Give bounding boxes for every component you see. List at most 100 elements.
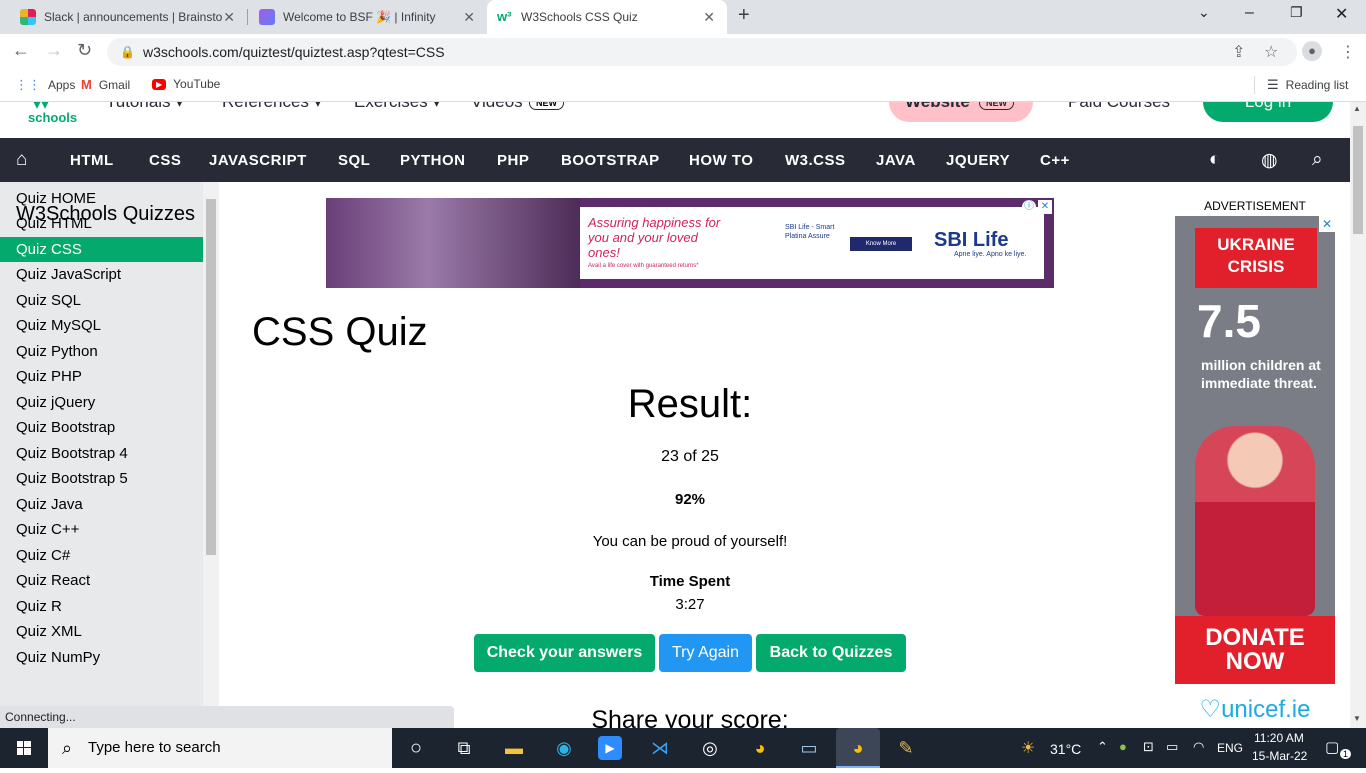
new-tab-icon[interactable]: +	[738, 4, 750, 27]
sidebar-item-quiz-php[interactable]: Quiz PHP	[0, 364, 203, 389]
profile-avatar-icon[interactable]: ●	[1302, 41, 1322, 61]
cortana-icon[interactable]: ○	[402, 734, 430, 762]
edge-icon[interactable]: ◉	[550, 734, 578, 762]
back-to-quizzes-button[interactable]: Back to Quizzes	[756, 634, 906, 672]
sidebar-item-quiz-mysql[interactable]: Quiz MySQL	[0, 313, 203, 338]
try-again-button[interactable]: Try Again	[659, 634, 752, 672]
bookmark-apps[interactable]: ⋮⋮ Apps	[15, 77, 75, 93]
sidebar-item-quiz-numpy[interactable]: Quiz NumPy	[0, 645, 203, 670]
close-tab-icon[interactable]: ✕	[463, 9, 475, 26]
sidebar-item-quiz-javascript[interactable]: Quiz JavaScript	[0, 262, 203, 287]
nav-bootstrap[interactable]: BOOTSTRAP	[561, 152, 660, 169]
tab-w3schools[interactable]: w³ W3Schools CSS Quiz ✕	[487, 0, 727, 34]
paint-icon[interactable]: ✎	[892, 734, 920, 762]
sidebar-scroll-thumb[interactable]	[206, 199, 216, 555]
side-ad-close-icon[interactable]: ✕	[1319, 216, 1335, 232]
minimize-icon[interactable]: –	[1245, 4, 1254, 22]
close-tab-icon[interactable]: ✕	[703, 9, 715, 26]
nav-python[interactable]: PYTHON	[400, 152, 466, 169]
sidebar-item-quiz-java[interactable]: Quiz Java	[0, 492, 203, 517]
globe-icon[interactable]: ◍	[1261, 149, 1278, 172]
address-bar[interactable]: 🔒 w3schools.com/quiztest/quiztest.asp?qt…	[107, 38, 1297, 66]
tab-infinity[interactable]: Welcome to BSF 🎉 | Infinity ✕	[247, 0, 487, 34]
chrome-active-icon[interactable]: ◕	[836, 728, 880, 768]
forward-icon[interactable]: →	[45, 40, 63, 61]
file-explorer-icon[interactable]: ▬	[500, 734, 528, 762]
ad-info-icon[interactable]: ⓘ	[1022, 200, 1036, 214]
sidebar-item-quiz-bootstrap[interactable]: Quiz Bootstrap	[0, 415, 203, 440]
restore-icon[interactable]: ❐	[1290, 4, 1303, 21]
back-icon[interactable]: ←	[12, 40, 30, 61]
sidebar-item-quiz-r[interactable]: Quiz R	[0, 594, 203, 619]
reload-icon[interactable]: ↻	[77, 40, 92, 61]
page-scroll-thumb[interactable]	[1353, 126, 1363, 234]
sbi-life-ad-banner[interactable]: Assuring happiness for you and your love…	[326, 198, 1054, 288]
scroll-down-icon[interactable]: ▼	[1353, 714, 1361, 723]
sidebar-item-quiz-sql[interactable]: Quiz SQL	[0, 288, 203, 313]
battery-icon[interactable]: ▭	[1166, 739, 1178, 755]
remote-desktop-icon[interactable]: ▭	[795, 734, 823, 762]
nav-videos[interactable]: Videos	[471, 102, 523, 112]
tray-device-icon[interactable]: ⊡	[1143, 739, 1154, 755]
nav-w3css[interactable]: W3.CSS	[785, 152, 846, 169]
reading-list[interactable]: ☰ Reading list	[1267, 77, 1348, 93]
nav-css[interactable]: CSS	[149, 152, 181, 169]
nav-exercises[interactable]: Exercises ▾	[354, 102, 441, 112]
taskbar-search[interactable]: ⌕ Type here to search	[48, 728, 392, 768]
chrome-icon[interactable]: ◕	[746, 734, 774, 762]
share-icon[interactable]: ⇪	[1232, 42, 1245, 62]
search-icon[interactable]: ⌕	[1312, 149, 1323, 171]
scroll-up-icon[interactable]: ▲	[1353, 104, 1361, 113]
sidebar-item-quiz-bootstrap-4[interactable]: Quiz Bootstrap 4	[0, 441, 203, 466]
vscode-icon[interactable]: ⋊	[646, 734, 674, 762]
task-view-icon[interactable]: ⧉	[450, 734, 478, 762]
sidebar-item-quiz-xml[interactable]: Quiz XML	[0, 619, 203, 644]
weather-temp[interactable]: 31°C	[1050, 741, 1081, 757]
close-tab-icon[interactable]: ✕	[223, 9, 235, 26]
language-indicator[interactable]: ENG	[1217, 741, 1243, 755]
tray-app-icon[interactable]: ●	[1119, 739, 1127, 754]
donate-now-button[interactable]: DONATE NOW	[1175, 616, 1335, 684]
weather-icon[interactable]: ☀	[1021, 738, 1035, 758]
paid-courses-link[interactable]: Paid Courses	[1068, 102, 1170, 112]
sidebar-item-quiz-css[interactable]: Quiz CSS	[0, 237, 203, 262]
nav-howto[interactable]: HOW TO	[689, 152, 753, 169]
bookmark-gmail[interactable]: M Gmail	[81, 77, 130, 92]
sidebar-item-quiz-python[interactable]: Quiz Python	[0, 339, 203, 364]
wifi-icon[interactable]: ◠	[1193, 739, 1204, 755]
sidebar-item-quiz-bootstrap-5[interactable]: Quiz Bootstrap 5	[0, 466, 203, 491]
clock-date[interactable]: 15-Mar-22	[1252, 749, 1307, 763]
unicef-ad[interactable]: UKRAINE CRISIS 7.5 million children at i…	[1175, 216, 1335, 728]
nav-cpp[interactable]: C++	[1040, 152, 1070, 169]
github-icon[interactable]: ◎	[696, 734, 724, 762]
start-button[interactable]	[0, 728, 48, 768]
tab-slack[interactable]: Slack | announcements | Brainsto ✕	[0, 0, 247, 34]
nav-php[interactable]: PHP	[497, 152, 529, 169]
sidebar-item-quiz-html[interactable]: Quiz HTML	[0, 211, 203, 236]
nav-java[interactable]: JAVA	[876, 152, 916, 169]
ad-know-more-button[interactable]: Know More	[850, 237, 912, 251]
bookmark-youtube[interactable]: ▶ YouTube	[152, 77, 220, 91]
tab-search-icon[interactable]: ⌄	[1198, 4, 1210, 21]
nav-javascript[interactable]: JAVASCRIPT	[209, 152, 307, 169]
bookmark-star-icon[interactable]: ☆	[1264, 42, 1278, 62]
clock-time[interactable]: 11:20 AM	[1254, 731, 1304, 745]
zoom-icon[interactable]: ▶	[598, 736, 622, 760]
notifications-icon[interactable]: ▢	[1325, 738, 1339, 756]
sidebar-item-quiz-home[interactable]: Quiz HOME	[0, 186, 203, 211]
sidebar-item-quiz-jquery[interactable]: Quiz jQuery	[0, 390, 203, 415]
check-answers-button[interactable]: Check your answers	[474, 634, 655, 672]
nav-jquery[interactable]: JQUERY	[946, 152, 1010, 169]
nav-references[interactable]: References ▾	[222, 102, 322, 112]
nav-tutorials[interactable]: Tutorials ▾	[106, 102, 184, 112]
close-window-icon[interactable]: ✕	[1335, 4, 1348, 24]
nav-html[interactable]: HTML	[70, 152, 114, 169]
sidebar-item-quiz-c-[interactable]: Quiz C#	[0, 543, 203, 568]
tray-chevron-icon[interactable]: ⌃	[1097, 739, 1108, 755]
home-icon[interactable]: ⌂	[16, 149, 27, 171]
nav-sql[interactable]: SQL	[338, 152, 370, 169]
theme-toggle-icon[interactable]: ◐	[1209, 149, 1220, 171]
menu-kebab-icon[interactable]: ⋮	[1340, 42, 1356, 62]
ad-close-icon[interactable]: ✕	[1038, 200, 1052, 214]
sidebar-item-quiz-react[interactable]: Quiz React	[0, 568, 203, 593]
